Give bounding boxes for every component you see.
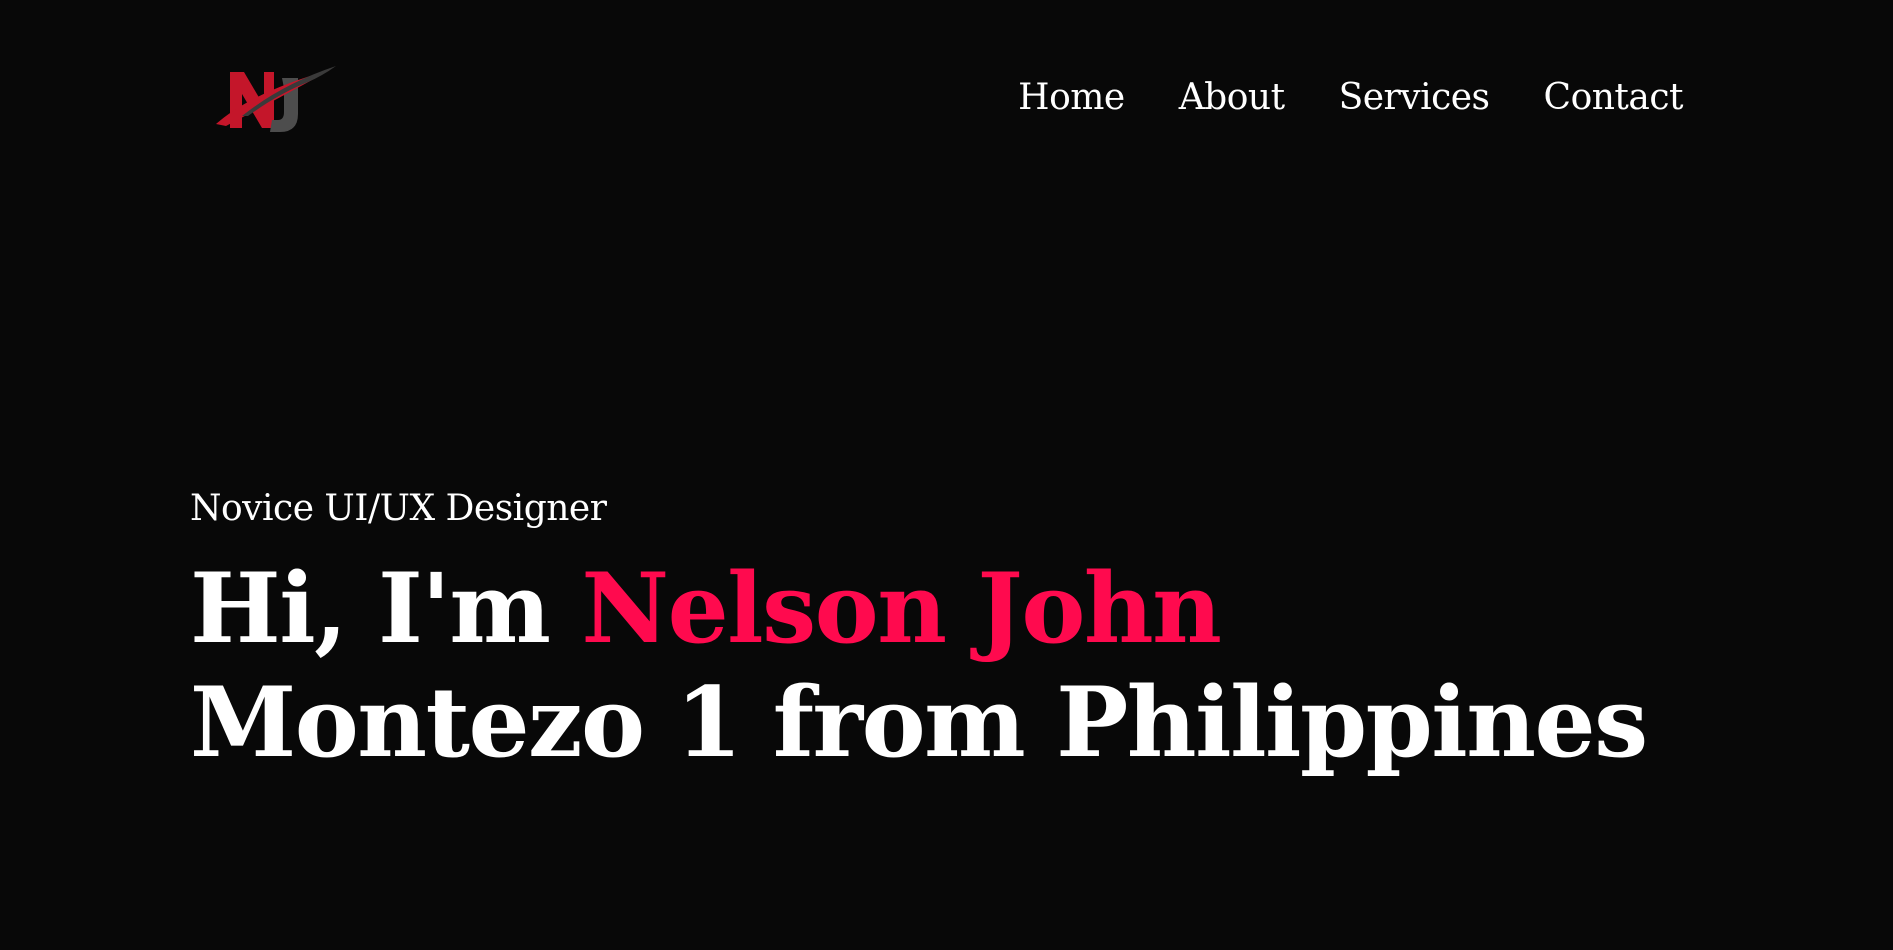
logo-link[interactable] xyxy=(212,58,340,142)
hero-greeting: Hi, I'm xyxy=(190,552,551,665)
nj-logo-icon xyxy=(216,66,336,132)
nav-home-link[interactable]: Home xyxy=(1018,76,1125,120)
hero-subtitle: Novice UI/UX Designer xyxy=(190,488,607,529)
hero-headline: Hi, I'm Nelson John Montezo 1 from Phili… xyxy=(190,552,1750,780)
nav-about-link[interactable]: About xyxy=(1179,76,1285,120)
nav-services-link[interactable]: Services xyxy=(1339,76,1490,120)
hero-section: Novice UI/UX Designer Hi, I'm Nelson Joh… xyxy=(190,486,1750,780)
hero-name-highlight: Nelson John xyxy=(581,552,1222,665)
hero-name-rest: Montezo 1 from Philippines xyxy=(190,666,1648,779)
main-nav: Home About Services Contact xyxy=(1018,76,1683,120)
nav-contact-link[interactable]: Contact xyxy=(1544,76,1684,120)
